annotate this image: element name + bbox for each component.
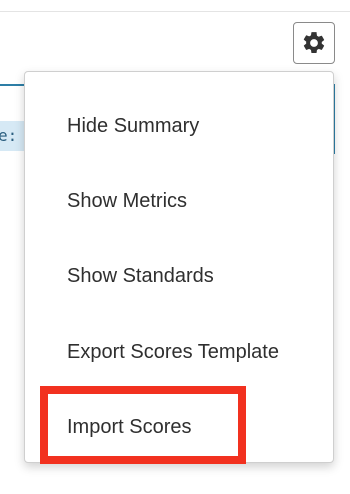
settings-dropdown-menu: Hide Summary Show Metrics Show Standards… [24,71,334,463]
gear-icon [301,30,327,56]
page: e: Hide Summary Show Metrics Show Standa… [0,0,350,494]
menu-item-hide-summary[interactable]: Hide Summary [25,101,333,151]
menu-item-show-metrics[interactable]: Show Metrics [25,176,333,226]
settings-button[interactable] [293,22,335,64]
menu-item-show-standards[interactable]: Show Standards [25,251,333,301]
menu-item-import-scores[interactable]: Import Scores [25,402,333,452]
background-label-chip: e: [0,121,24,151]
menu-item-export-scores-template[interactable]: Export Scores Template [25,327,333,377]
header-divider [0,11,350,12]
panel-top-border [0,84,24,86]
